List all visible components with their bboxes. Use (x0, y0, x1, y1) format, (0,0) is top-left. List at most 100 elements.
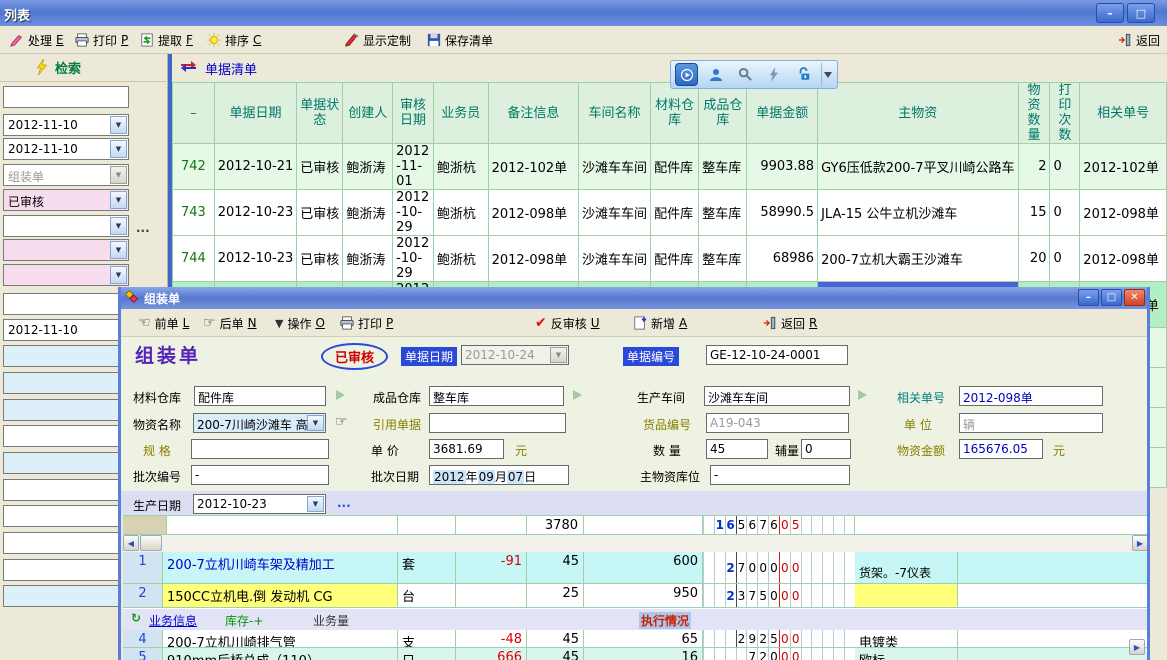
cell[interactable]: 2012-10-23 (214, 236, 297, 282)
cell[interactable]: 200-7立机大霸王沙滩车 (818, 236, 1018, 282)
cell[interactable] (958, 584, 1148, 607)
cell[interactable]: 2012-11-01 (393, 144, 434, 190)
cell[interactable]: 鲍浙杭 (433, 236, 488, 282)
cell[interactable]: 整车库 (699, 190, 747, 236)
column-header[interactable]: 业务员 (433, 83, 488, 144)
search-field-20-input[interactable] (3, 585, 129, 607)
horizontal-scrollbar[interactable]: ◀▶ (123, 535, 1148, 552)
toolbar-button-return[interactable]: 返回 (1118, 30, 1160, 50)
column-header[interactable]: 物资数量 (1018, 83, 1050, 144)
dropdown-arrow-icon[interactable]: ▼ (110, 140, 127, 158)
cell[interactable]: 鲍浙涛 (343, 190, 393, 236)
column-header[interactable]: 单据日期 (214, 83, 297, 144)
cell[interactable]: -91 (456, 552, 527, 583)
cell[interactable] (958, 552, 1148, 583)
cell[interactable]: 45 (527, 648, 584, 660)
search-field-16-input[interactable] (3, 479, 129, 501)
table-row[interactable]: 7432012-10-23已审核鲍浙涛2012-10-29鲍浙杭2012-098… (173, 190, 1167, 236)
search-field-1-input[interactable] (3, 86, 129, 108)
search-field-18-input[interactable] (3, 532, 129, 554)
column-header[interactable]: 创建人 (343, 83, 393, 144)
business-info-link[interactable]: 业务信息 (149, 612, 197, 629)
dialog-minimize-button[interactable]: – (1078, 289, 1099, 306)
cell[interactable]: 整车库 (699, 144, 747, 190)
cell[interactable]: 配件库 (651, 236, 699, 282)
cell[interactable]: 666 (456, 648, 527, 660)
play-icon[interactable] (675, 63, 698, 86)
ref-doc-input[interactable] (429, 413, 566, 433)
column-header[interactable]: 成品仓库 (699, 83, 747, 144)
cell[interactable]: 0 (1050, 190, 1080, 236)
cell[interactable]: 台 (398, 584, 456, 607)
dialog-toolbar-button-return[interactable]: 返回R (763, 313, 817, 333)
cell[interactable]: 套 (398, 552, 456, 583)
toolbar-button-sort[interactable]: 排序C (207, 30, 261, 50)
search-field-8-combo[interactable]: ▼ (3, 264, 129, 286)
column-header[interactable]: 审核日期 (393, 83, 434, 144)
price-input[interactable]: 3681.69 (429, 439, 504, 459)
search-field-15-input[interactable] (3, 452, 129, 474)
cell[interactable]: 2012-098单 (1080, 236, 1167, 282)
aux-qty-input[interactable]: 0 (801, 439, 851, 459)
column-header[interactable]: – (173, 83, 215, 144)
search-field-3-combo[interactable]: 2012-11-10▼ (3, 138, 129, 160)
cell[interactable]: 45 (527, 552, 584, 583)
item-name-combo[interactable]: 200-7川崎沙滩车 高▼ (193, 413, 326, 433)
column-header[interactable]: 备注信息 (488, 83, 578, 144)
scroll-right-icon[interactable]: ▶ (1132, 535, 1148, 551)
search-field-5-combo[interactable]: 已审核▼ (3, 189, 129, 211)
cell[interactable]: 2012-10-21 (214, 144, 297, 190)
search-field-12-input[interactable] (3, 372, 129, 394)
cell[interactable]: 58990.5 (747, 190, 818, 236)
search-field-6-combo[interactable]: ▼ (3, 215, 129, 237)
cell[interactable]: JLA-15 公牛立机沙滩车 (818, 190, 1018, 236)
dialog-toolbar-button-next[interactable]: ☞后单N (203, 313, 257, 333)
search-field-4-combo[interactable]: 组装单▼ (3, 164, 129, 186)
dropdown-arrow-icon[interactable]: ▼ (550, 347, 567, 363)
cell[interactable]: 743 (173, 190, 215, 236)
cell[interactable]: 2 (123, 584, 163, 607)
cell[interactable]: 16 (584, 648, 703, 660)
search-field-7-combo[interactable]: ▼ (3, 239, 129, 261)
cell[interactable]: 鲍浙涛 (343, 236, 393, 282)
dialog-toolbar-button-operate[interactable]: ▼操作O (275, 313, 325, 333)
cell[interactable]: 沙滩车车间 (579, 236, 651, 282)
search-field-10-input[interactable]: 2012-11-10 (3, 319, 129, 341)
cell[interactable] (958, 630, 1148, 647)
unit-input[interactable]: 辆 (959, 413, 1103, 433)
toolbar-button-customize[interactable]: 显示定制 (345, 30, 411, 50)
scroll-left-icon[interactable]: ◀ (123, 535, 139, 551)
cell[interactable]: 200-7立机川崎排气管 (163, 630, 398, 647)
dropdown-arrow-icon[interactable]: ▼ (110, 241, 127, 259)
cell[interactable]: 配件库 (651, 144, 699, 190)
search-field-2-combo[interactable]: 2012-11-10▼ (3, 114, 129, 136)
cell[interactable]: 已审核 (297, 144, 343, 190)
cell[interactable]: 15 (1018, 190, 1050, 236)
user-icon[interactable] (704, 63, 727, 86)
cell[interactable]: 0 (1050, 236, 1080, 282)
cell[interactable]: 150CC立机电.倒 发动机 CG (163, 584, 398, 607)
cell[interactable]: 200-7立机川崎车架及精加工 (163, 552, 398, 583)
workshop-input[interactable]: 沙滩车车间 (704, 386, 850, 406)
cell[interactable]: 2012-098单 (488, 236, 578, 282)
amount-input[interactable]: 165676.05 (959, 439, 1043, 459)
cell[interactable]: 910mm后桥总成（110） (163, 648, 398, 660)
cell[interactable]: 只 (398, 648, 456, 660)
dialog-maximize-button[interactable]: □ (1101, 289, 1122, 306)
dropdown-arrow-icon[interactable]: ▼ (307, 415, 324, 431)
cell[interactable]: 600 (584, 552, 703, 583)
cell[interactable]: 鲍浙杭 (433, 144, 488, 190)
dropdown-icon[interactable] (821, 63, 833, 86)
table-row[interactable]: 7422012-10-21已审核鲍浙涛2012-11-01鲍浙杭2012-102… (173, 144, 1167, 190)
spec-input[interactable] (191, 439, 329, 459)
dialog-toolbar-button-print[interactable]: 打印P (340, 313, 393, 333)
cell[interactable] (855, 584, 958, 607)
toolbar-button-process[interactable]: 处理E (10, 30, 64, 50)
cell[interactable]: 1 (123, 552, 163, 583)
scrollbar-thumb[interactable] (140, 535, 162, 551)
cell[interactable]: 货架。-7仪表 (855, 552, 958, 583)
cell[interactable]: 沙滩车车间 (579, 144, 651, 190)
doc-no-input[interactable]: GE-12-10-24-0001 (706, 345, 848, 365)
detail-row[interactable]: 5910mm后桥总成（110）只666451672000欧标 (123, 648, 1148, 660)
column-header[interactable]: 材料仓库 (651, 83, 699, 144)
